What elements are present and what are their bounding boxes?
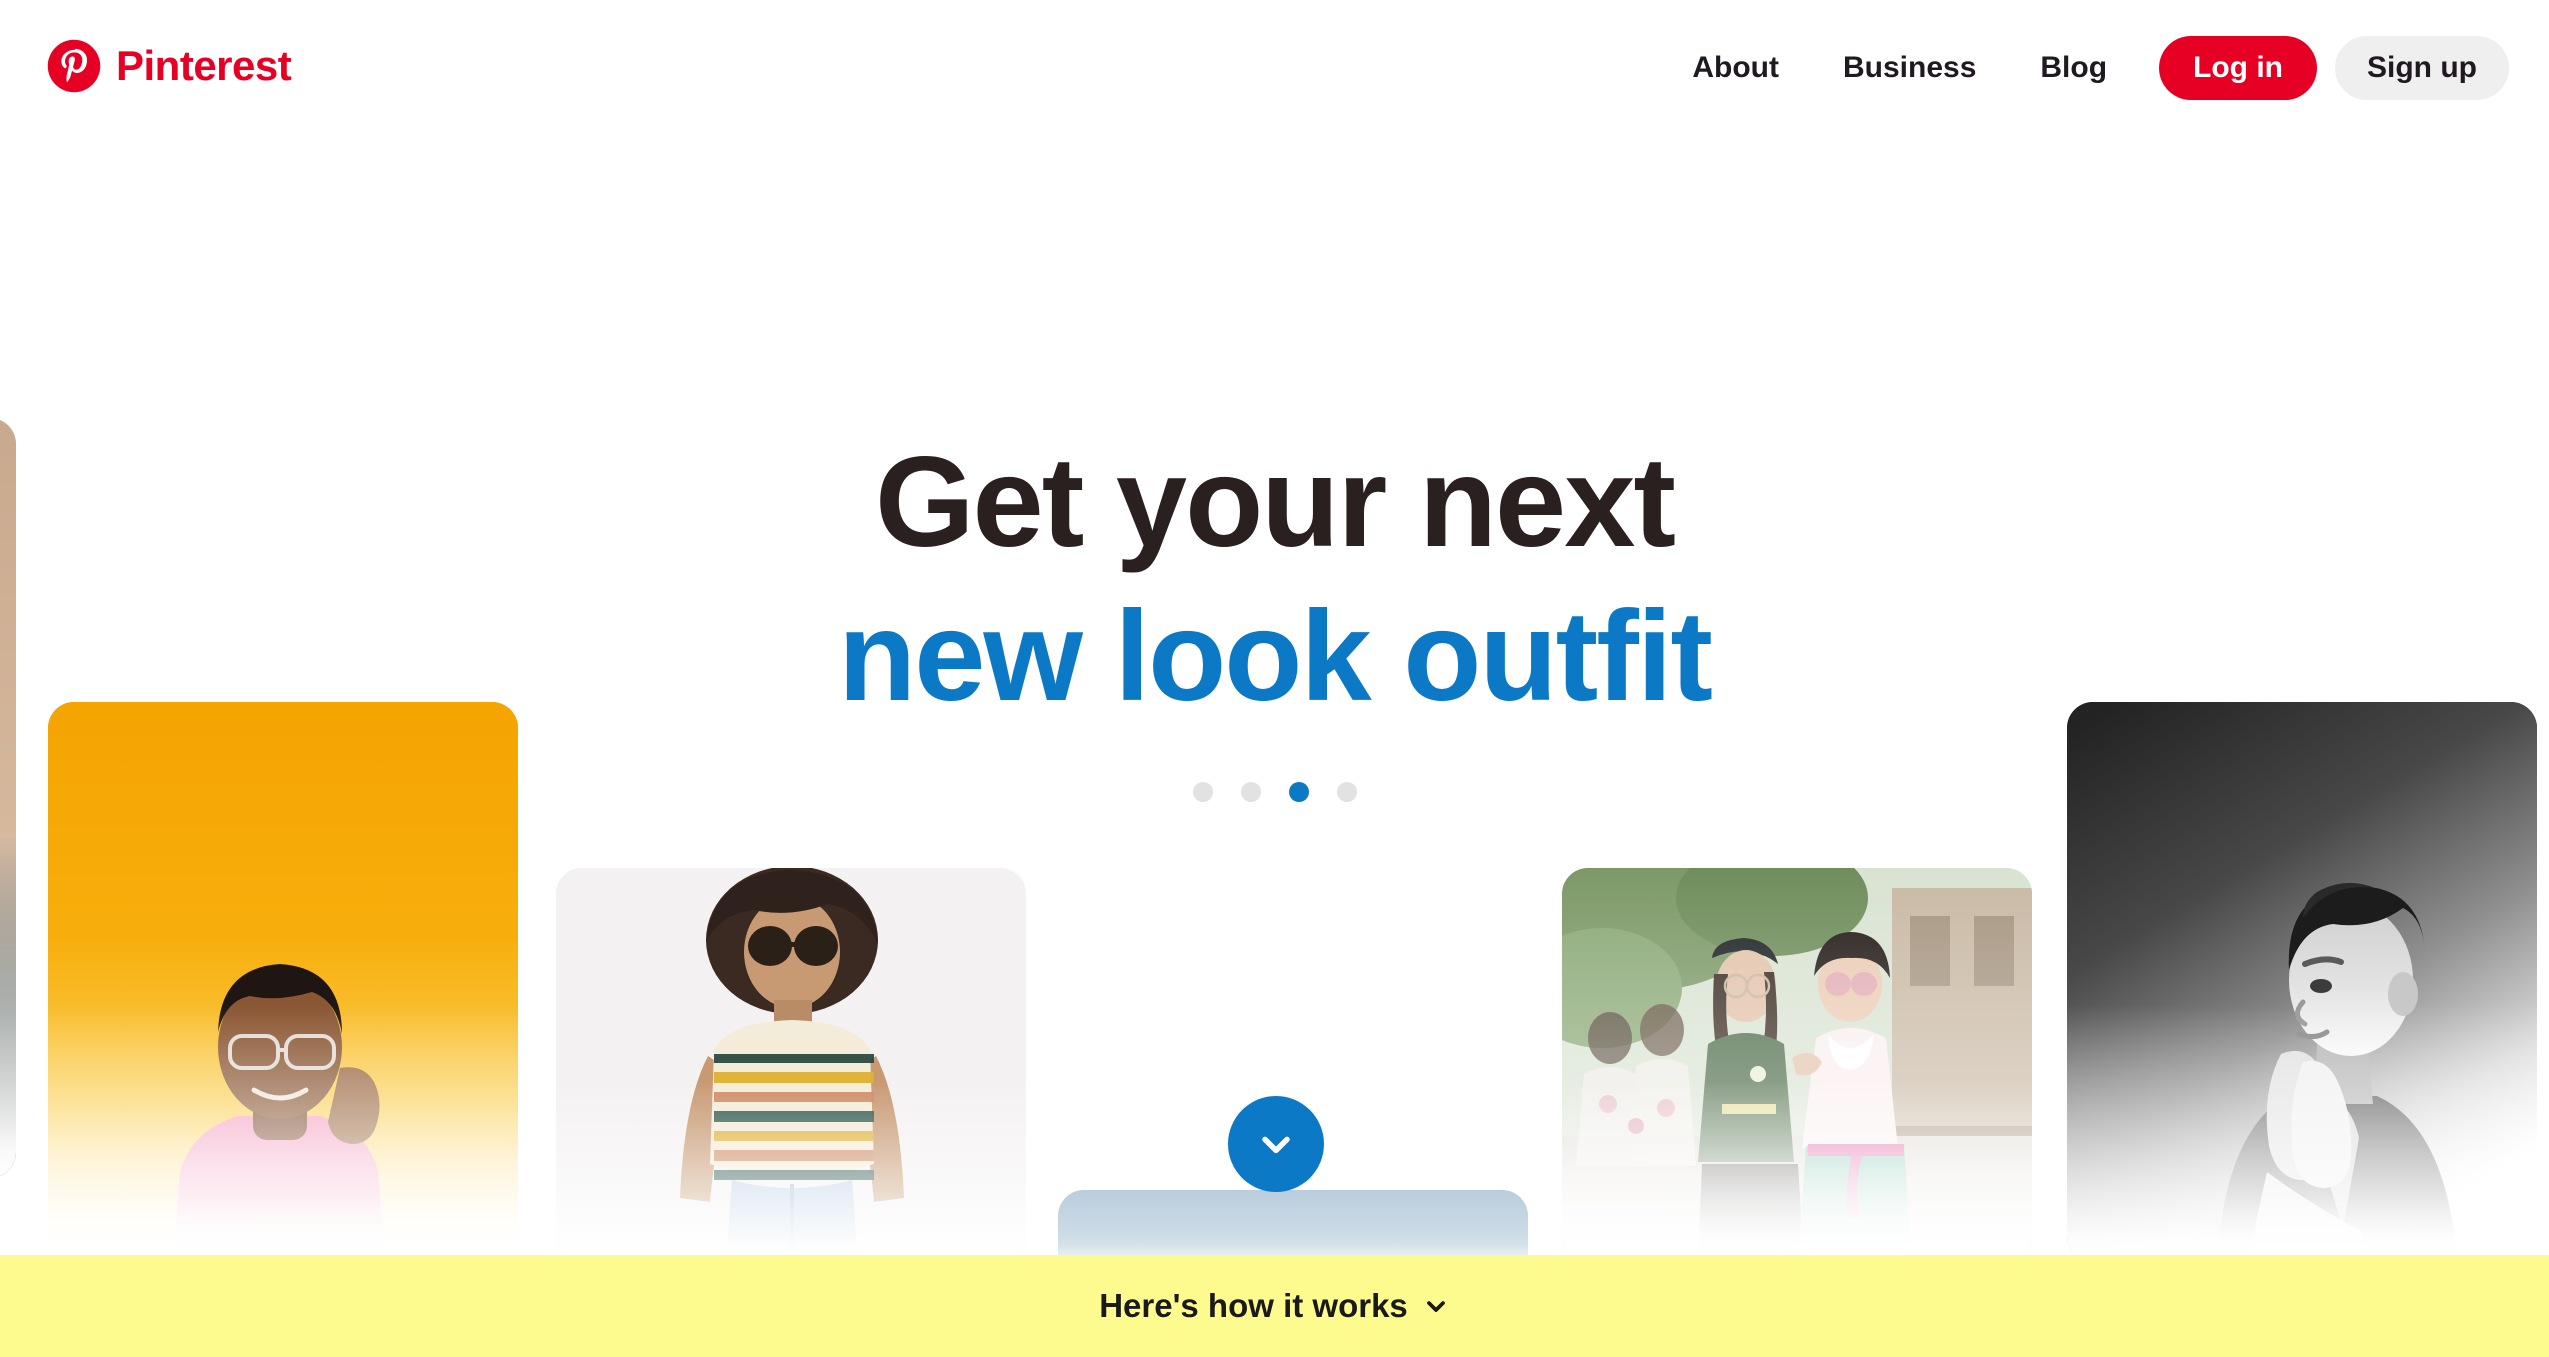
carousel-card-striped-tee[interactable] <box>556 868 1026 1262</box>
carousel-card-partial-left[interactable] <box>0 418 16 1178</box>
how-it-works-label: Here's how it works <box>1099 1287 1450 1325</box>
main-navigation: About Business Blog Log in Sign up <box>1660 36 2519 100</box>
carousel-dot-3-active[interactable] <box>1288 781 1309 802</box>
card-fade-overlay <box>0 828 16 1178</box>
pinterest-logo[interactable]: Pinterest <box>46 38 292 94</box>
carousel-card-orange-portrait[interactable] <box>48 702 518 1262</box>
card-fade-overlay <box>48 1004 518 1262</box>
site-header: Pinterest About Business Blog Log in Sig… <box>0 0 2549 160</box>
pinterest-logo-icon <box>47 39 101 93</box>
card-fade-overlay <box>1562 1080 2032 1262</box>
carousel-dot-1[interactable] <box>1192 781 1213 802</box>
how-it-works-bar[interactable]: Here's how it works <box>0 1255 2549 1357</box>
pinterest-wordmark: Pinterest <box>116 42 292 89</box>
pinterest-landing-page: Pinterest About Business Blog Log in Sig… <box>0 0 2549 1357</box>
carousel-dot-4[interactable] <box>1336 781 1357 802</box>
carousel-dot-2[interactable] <box>1240 781 1261 802</box>
carousel-dots <box>475 781 2075 802</box>
card-fade-overlay <box>2067 1004 2537 1262</box>
scroll-down-button[interactable] <box>1228 1096 1324 1192</box>
card-fade-overlay <box>556 1080 1026 1262</box>
how-it-works-text: Here's how it works <box>1099 1287 1408 1324</box>
chevron-down-icon <box>1262 1136 1290 1154</box>
login-button[interactable]: Log in <box>2159 36 2318 100</box>
nav-link-about[interactable]: About <box>1660 36 1811 100</box>
carousel-card-monochrome-portrait[interactable] <box>2067 702 2537 1262</box>
nav-link-blog[interactable]: Blog <box>2008 36 2139 100</box>
carousel-card-street-style[interactable] <box>1562 868 2032 1262</box>
chevron-down-icon <box>1426 1301 1445 1312</box>
signup-button[interactable]: Sign up <box>2335 36 2509 100</box>
nav-link-business[interactable]: Business <box>1811 36 2008 100</box>
